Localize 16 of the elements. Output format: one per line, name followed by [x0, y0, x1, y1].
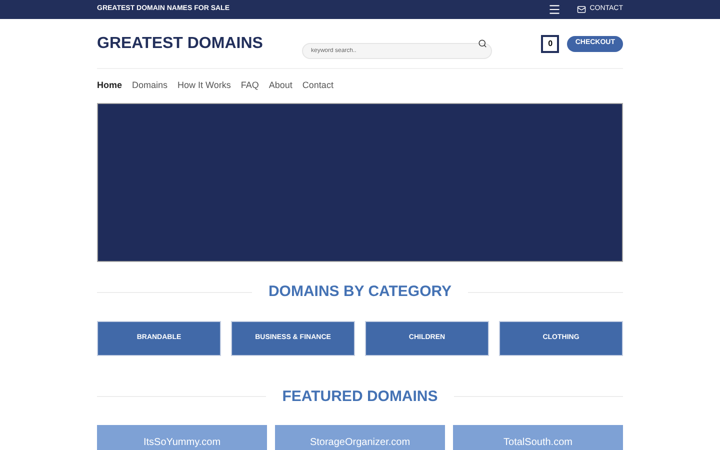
cart-count[interactable]: 0 — [541, 34, 560, 52]
section-heading: FEATURED DOMAINS — [282, 386, 438, 406]
domain-name: TotalSouth.com — [504, 436, 572, 450]
nav-link[interactable]: How It Works — [178, 79, 231, 93]
domain-name: StorageOrganizer.com — [310, 436, 410, 450]
nav-link[interactable]: About — [268, 79, 292, 93]
menu-icon[interactable] — [548, 3, 561, 16]
nav-link[interactable]: Contact — [302, 79, 334, 93]
domain-name: ItsSoYummy.com — [143, 436, 221, 450]
nav-link[interactable]: FAQ — [240, 79, 259, 93]
site-logo[interactable]: GREATEST DOMAINS — [97, 32, 302, 56]
section-heading: DOMAINS BY CATEGORY — [268, 282, 452, 302]
search-icon[interactable] — [478, 39, 487, 48]
nav-link[interactable]: Home — [97, 79, 122, 93]
mail-icon — [576, 5, 586, 14]
nav-link[interactable]: Domains — [132, 79, 168, 93]
